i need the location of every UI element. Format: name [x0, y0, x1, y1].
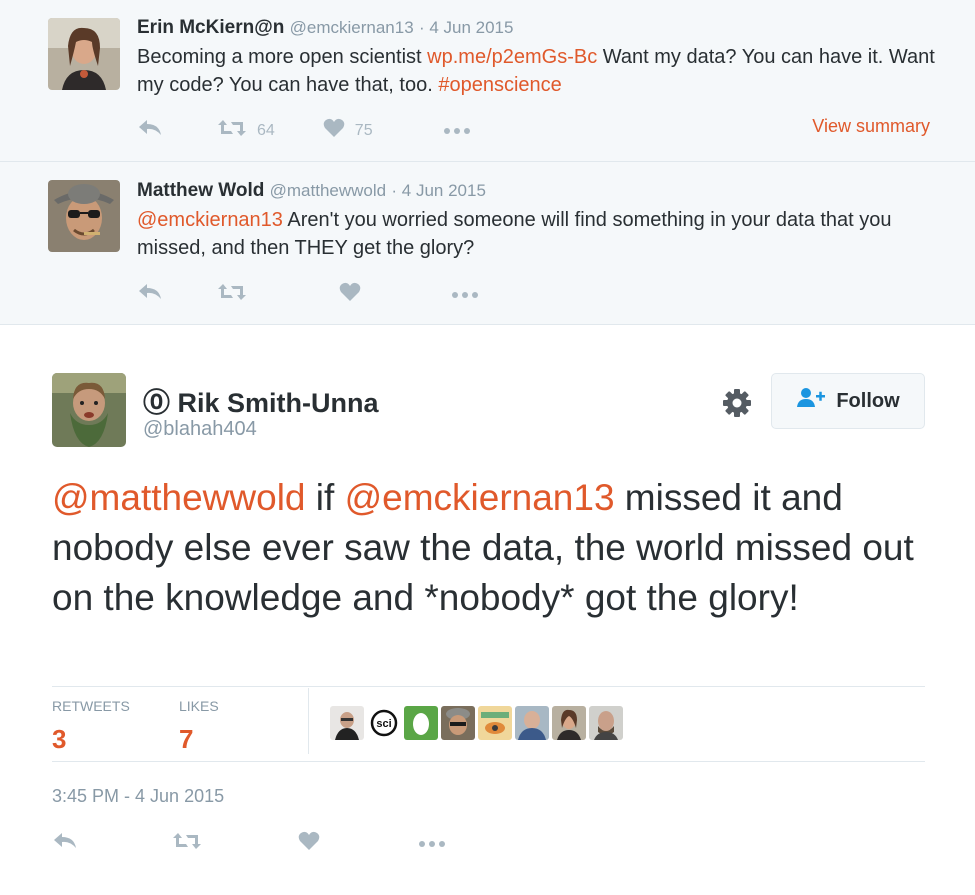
- liker-avatar[interactable]: [404, 706, 438, 740]
- more-button[interactable]: [418, 835, 446, 853]
- view-summary-link[interactable]: View summary: [812, 116, 930, 137]
- avatar[interactable]: [52, 373, 126, 447]
- mention-link[interactable]: @matthewwold: [52, 477, 306, 518]
- hashtag-link[interactable]: #openscience: [438, 74, 561, 96]
- liker-avatar[interactable]: [589, 706, 623, 740]
- likes-stat[interactable]: LIKES 7: [179, 698, 219, 755]
- divider: [52, 686, 925, 687]
- heart-icon: [339, 282, 361, 307]
- avatar[interactable]: [48, 18, 120, 90]
- like-count: 75: [354, 121, 373, 139]
- author-name[interactable]: Matthew Wold: [137, 180, 264, 201]
- liker-avatars: sci: [330, 706, 626, 740]
- retweets-stat[interactable]: RETWEETS 3: [52, 698, 130, 755]
- tweet-timestamp[interactable]: 3:45 PM - 4 Jun 2015: [52, 786, 224, 807]
- follow-button[interactable]: Follow: [771, 373, 925, 429]
- retweet-count: 64: [257, 121, 275, 139]
- mention-link[interactable]: @emckiernan13: [137, 209, 283, 231]
- author-name[interactable]: ⓪ Rik Smith-Unna: [143, 381, 379, 420]
- retweet-button[interactable]: 64: [217, 118, 275, 143]
- liker-avatar[interactable]: [515, 706, 549, 740]
- like-button[interactable]: [339, 282, 361, 307]
- more-icon: [418, 835, 446, 853]
- more-button[interactable]: [443, 122, 471, 140]
- reply-button[interactable]: [137, 118, 165, 143]
- tweet-link[interactable]: wp.me/p2emGs-Bc: [427, 46, 597, 68]
- tweet-text: @matthewwold if @emckiernan13 missed it …: [52, 473, 932, 623]
- author-handle[interactable]: @emckiernan13: [290, 18, 414, 37]
- liker-avatar[interactable]: [552, 706, 586, 740]
- author-handle[interactable]: @blahah404: [143, 418, 257, 441]
- liker-avatar[interactable]: [478, 706, 512, 740]
- reply-button[interactable]: [52, 831, 80, 856]
- retweet-icon: [172, 831, 202, 856]
- mention-link[interactable]: @emckiernan13: [345, 477, 615, 518]
- author-name[interactable]: Erin McKiern@n: [137, 17, 284, 38]
- tweet-text: Becoming a more open scientist wp.me/p2e…: [137, 43, 945, 99]
- gear-icon[interactable]: [720, 386, 754, 420]
- heart-icon: [323, 118, 345, 143]
- tweet-text-part: if: [305, 477, 345, 518]
- more-icon: [451, 286, 479, 304]
- retweet-button[interactable]: [172, 831, 202, 856]
- reply-icon: [137, 118, 165, 143]
- liker-avatar[interactable]: [441, 706, 475, 740]
- reply-button[interactable]: [137, 282, 165, 307]
- retweets-count: 3: [52, 724, 67, 754]
- divider: [308, 688, 309, 754]
- tweet-text: @emckiernan13 Aren't you worried someone…: [137, 206, 945, 262]
- sci-badge-text: sci: [376, 718, 391, 730]
- liker-avatar[interactable]: sci: [367, 706, 401, 740]
- follow-user-icon: [796, 387, 836, 415]
- main-tweet: ⓪ Rik Smith-Unna @blahah404 Follow @matt…: [0, 326, 975, 895]
- tweet-date[interactable]: · 4 Jun 2015: [391, 181, 486, 200]
- divider: [52, 761, 925, 762]
- retweet-icon: [217, 282, 247, 307]
- tweet-text-part: Becoming a more open scientist: [137, 46, 428, 68]
- reply-icon: [52, 831, 80, 856]
- author-handle[interactable]: @matthewwold: [270, 181, 386, 200]
- tweet-erin[interactable]: Erin McKiern@n @emckiernan13 · 4 Jun 201…: [0, 0, 975, 162]
- reply-icon: [137, 282, 165, 307]
- liker-avatar[interactable]: [330, 706, 364, 740]
- more-icon: [443, 122, 471, 140]
- retweets-label: RETWEETS: [52, 698, 130, 714]
- likes-count: 7: [179, 724, 194, 754]
- tweet-matthew[interactable]: Matthew Wold @matthewwold · 4 Jun 2015 @…: [0, 162, 975, 325]
- avatar[interactable]: [48, 180, 120, 252]
- tweet-date[interactable]: · 4 Jun 2015: [419, 18, 514, 37]
- retweet-icon: [217, 118, 247, 143]
- retweet-button[interactable]: [217, 282, 247, 307]
- like-button[interactable]: [298, 831, 320, 856]
- heart-icon: [298, 831, 320, 856]
- follow-button-label: Follow: [836, 389, 900, 412]
- like-button[interactable]: 75: [323, 118, 373, 143]
- more-button[interactable]: [451, 286, 479, 304]
- likes-label: LIKES: [179, 698, 219, 714]
